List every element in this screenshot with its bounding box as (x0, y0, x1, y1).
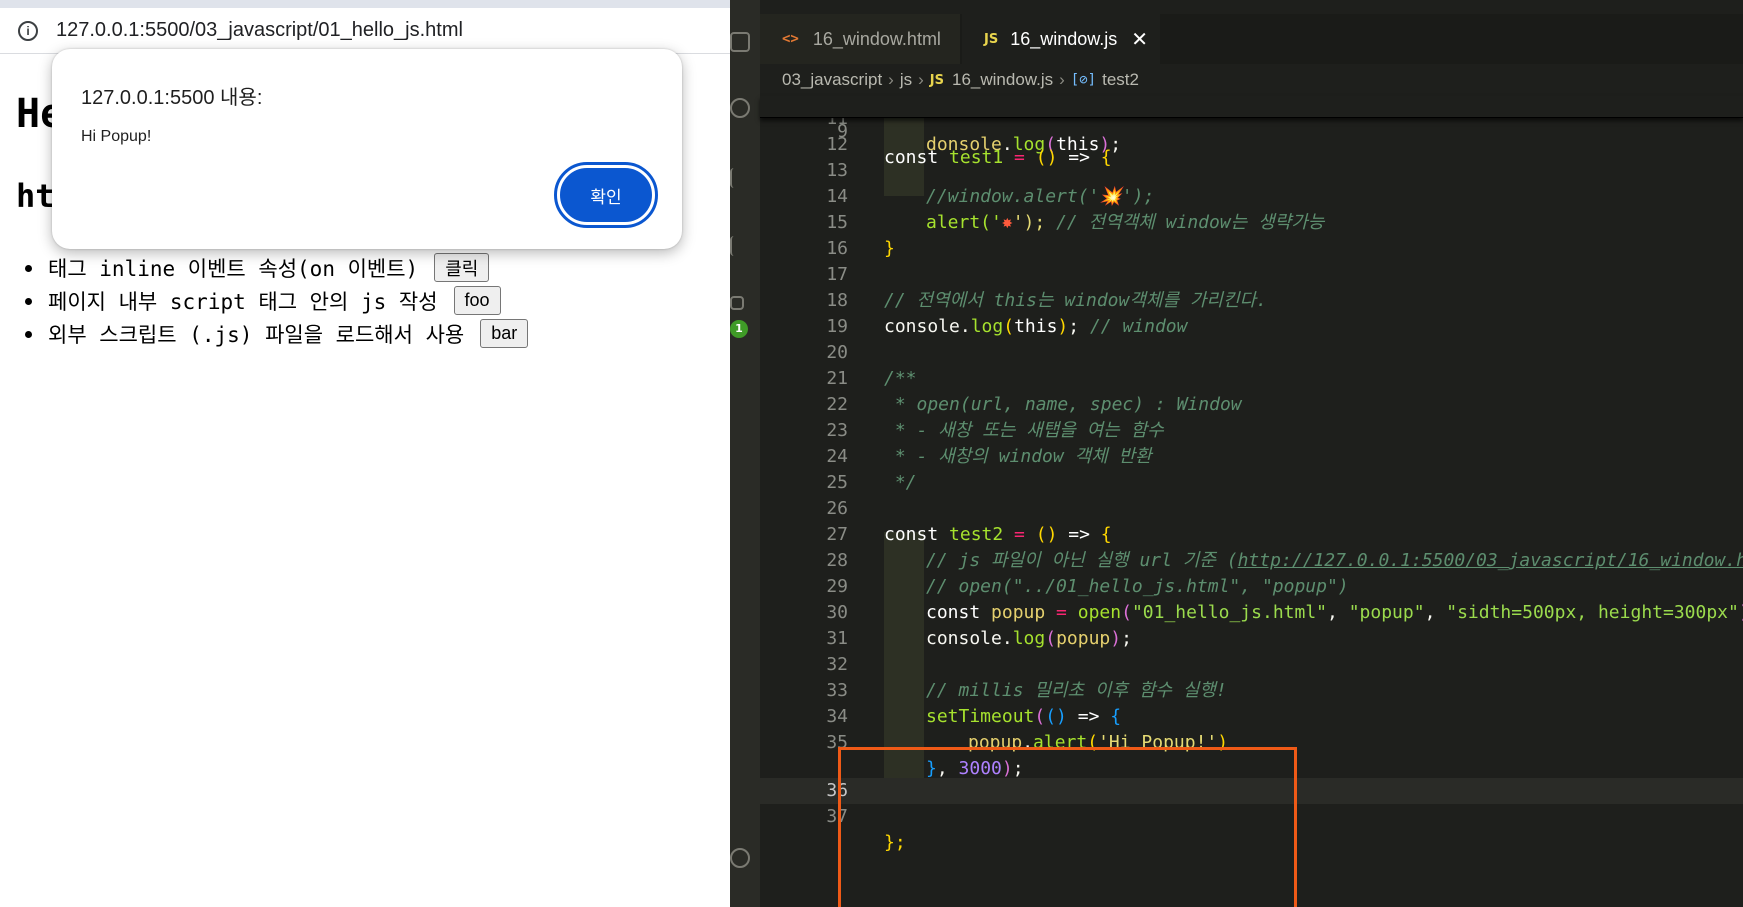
breadcrumb-folder[interactable]: 03_javascript (782, 70, 882, 90)
dialog-message: Hi Popup! (81, 128, 152, 145)
notification-badge: 1 (730, 320, 748, 338)
line-number: 24 (826, 446, 848, 467)
code-editor-window: 1 <> 16_window.html JS 16_window.js ✕ 03… (730, 0, 1743, 907)
method-list: 태그 inline 이벤트 속성(on 이벤트) 클릭 페이지 내부 scrip… (24, 251, 529, 350)
line-number: 31 (826, 628, 848, 649)
run-debug-icon[interactable] (730, 236, 750, 256)
sticky-scroll-header[interactable]: 9 const test1 = () => { (760, 96, 1743, 168)
extensions-icon[interactable] (730, 296, 744, 310)
list-item-text: 외부 스크립트 (.js) 파일을 로드해서 사용 (48, 322, 465, 347)
address-bar[interactable]: i 127.0.0.1:5500/03_javascript/01_hello_… (0, 8, 730, 54)
line-number: 15 (826, 212, 848, 233)
code-line: const test1 = () => { (884, 147, 1112, 168)
foo-button[interactable]: foo (453, 286, 501, 315)
line-number: 27 (826, 524, 848, 545)
breadcrumb-file[interactable]: 16_window.js (952, 70, 1053, 90)
source-control-icon[interactable] (730, 168, 750, 188)
line-number: 21 (826, 368, 848, 389)
tab-label: 16_window.html (812, 28, 941, 49)
site-info-icon[interactable]: i (18, 21, 38, 41)
account-icon[interactable] (730, 848, 750, 868)
line-number: 20 (826, 342, 848, 363)
line-number: 16 (826, 238, 848, 259)
chevron-right-icon: › (918, 70, 924, 89)
line-number: 28 (826, 550, 848, 571)
code-area[interactable]: 9 const test1 = () => { 11 donsole.log(t… (760, 96, 1743, 907)
page-subheading: ht (16, 177, 55, 215)
line-number: 18 (826, 290, 848, 311)
annotation-highlight-box (838, 747, 1297, 907)
list-item: 페이지 내부 script 태그 안의 js 작성 foo (24, 284, 528, 317)
line-number: 30 (826, 602, 848, 623)
list-item: 외부 스크립트 (.js) 파일을 로드해서 사용 bar (24, 317, 529, 350)
line-number: 32 (826, 654, 848, 675)
click-button[interactable]: 클릭 (434, 253, 490, 282)
list-item: 태그 inline 이벤트 속성(on 이벤트) 클릭 (24, 251, 528, 284)
close-icon[interactable]: ✕ (1131, 27, 1148, 51)
editor-tabs: <> 16_window.html JS 16_window.js ✕ (760, 14, 1743, 64)
breadcrumb-symbol[interactable]: test2 (1102, 70, 1139, 90)
line-number: 35 (826, 732, 848, 753)
list-item-text: 페이지 내부 script 태그 안의 js 작성 (48, 289, 438, 314)
line-number: 29 (826, 576, 848, 597)
breadcrumb: 03_javascript › js › JS 16_window.js › [… (782, 68, 1139, 92)
dialog-title: 127.0.0.1:5500 내용: (81, 87, 263, 109)
browser-tab-strip (0, 0, 730, 8)
breadcrumb-folder[interactable]: js (900, 70, 912, 90)
list-item-text: 태그 inline 이벤트 속성(on 이벤트) (48, 256, 419, 281)
chevron-right-icon: › (888, 70, 894, 89)
js-file-icon: JS (984, 31, 999, 47)
line-number: 26 (826, 498, 848, 519)
line-number: 34 (826, 706, 848, 727)
browser-window: i 127.0.0.1:5500/03_javascript/01_hello_… (0, 0, 730, 907)
tab-label: 16_window.js (1010, 28, 1118, 49)
chevron-right-icon: › (1059, 70, 1065, 89)
line-number: 19 (826, 316, 848, 337)
line-number: 23 (826, 420, 848, 441)
explorer-icon[interactable] (730, 32, 750, 52)
tab-16-window-js[interactable]: JS 16_window.js ✕ (962, 14, 1160, 64)
symbol-variable-icon: [⊘] (1070, 72, 1097, 88)
line-number: 17 (826, 264, 848, 285)
html-file-icon: <> (782, 31, 799, 47)
url-text[interactable]: 127.0.0.1:5500/03_javascript/01_hello_js… (56, 19, 463, 42)
line-number: 25 (826, 472, 848, 493)
js-file-icon: JS (929, 72, 944, 88)
dialog-ok-button[interactable]: 확인 (554, 162, 658, 228)
search-icon[interactable] (730, 98, 750, 118)
line-number: 33 (826, 680, 848, 701)
line-number: 37 (826, 806, 848, 827)
tab-16-window-html[interactable]: <> 16_window.html (760, 14, 960, 64)
line-number: 22 (826, 394, 848, 415)
line-number: 36 (826, 780, 848, 801)
alert-dialog: 127.0.0.1:5500 내용: Hi Popup! 확인 (52, 49, 682, 249)
line-number: 9 (837, 121, 848, 142)
activity-bar: 1 (730, 0, 760, 907)
bar-button[interactable]: bar (480, 319, 529, 348)
